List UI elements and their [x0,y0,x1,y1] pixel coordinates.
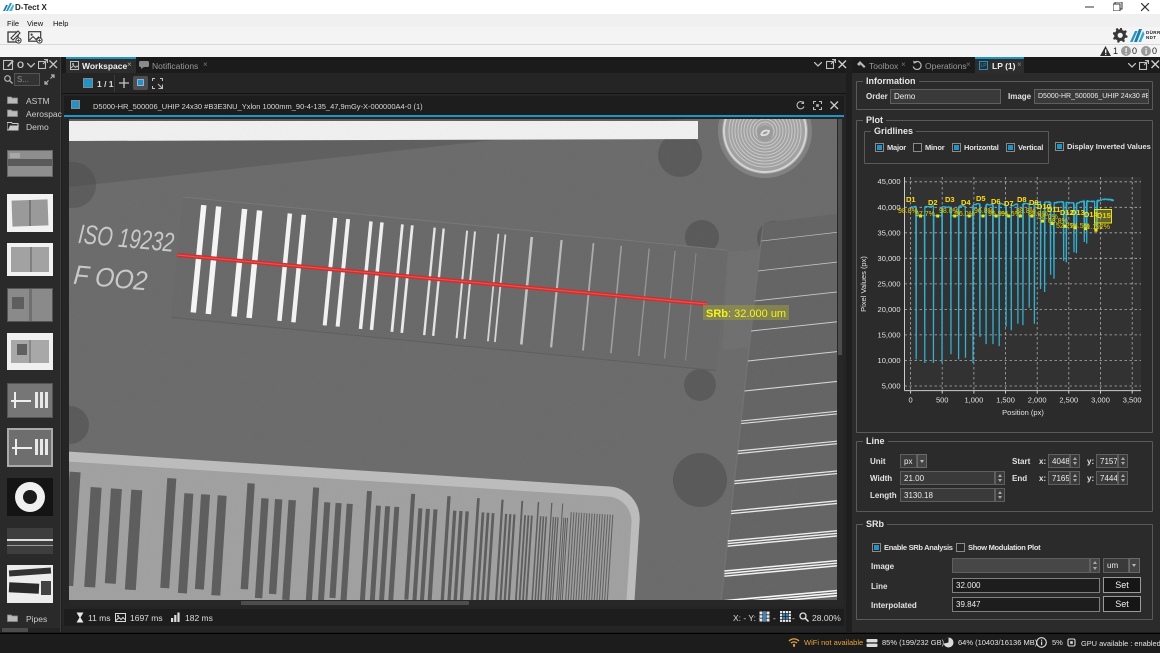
svg-text:2,500: 2,500 [1059,396,1078,405]
svg-text:2,000: 2,000 [1028,396,1047,405]
svg-text:D1: D1 [906,195,916,204]
svg-text:0: 0 [909,396,913,405]
svg-text:30,000: 30,000 [878,254,901,263]
svg-text:Pixel Values (px): Pixel Values (px) [859,256,868,312]
svg-text:96.0%: 96.0% [955,211,975,218]
svg-text:500: 500 [936,396,949,405]
svg-text:D8: D8 [1017,195,1027,204]
svg-text:20,000: 20,000 [878,305,901,314]
svg-text:1,500: 1,500 [996,396,1015,405]
svg-text:1,000: 1,000 [965,396,984,405]
svg-text:35,000: 35,000 [878,228,901,237]
svg-text:Position (px): Position (px) [1002,408,1044,417]
svg-text:45,000: 45,000 [878,177,901,186]
svg-text:D6: D6 [991,197,1001,206]
svg-text:D5: D5 [976,194,986,203]
svg-text:D3: D3 [945,195,955,204]
svg-text:D2: D2 [928,198,938,207]
svg-text:D4: D4 [961,198,971,207]
svg-text:97.7%: 97.7% [915,211,935,218]
svg-text:6.2%: 6.2% [1094,224,1110,231]
svg-text:D11: D11 [1047,205,1060,214]
svg-text:D7: D7 [1004,199,1014,208]
svg-text:3,500: 3,500 [1123,396,1142,405]
svg-text:25,000: 25,000 [878,279,901,288]
svg-text:15,000: 15,000 [878,330,901,339]
svg-text:10,000: 10,000 [878,356,901,365]
svg-text:D13: D13 [1071,208,1085,217]
svg-text:5,000: 5,000 [882,382,901,391]
svg-text:3,000: 3,000 [1091,396,1110,405]
